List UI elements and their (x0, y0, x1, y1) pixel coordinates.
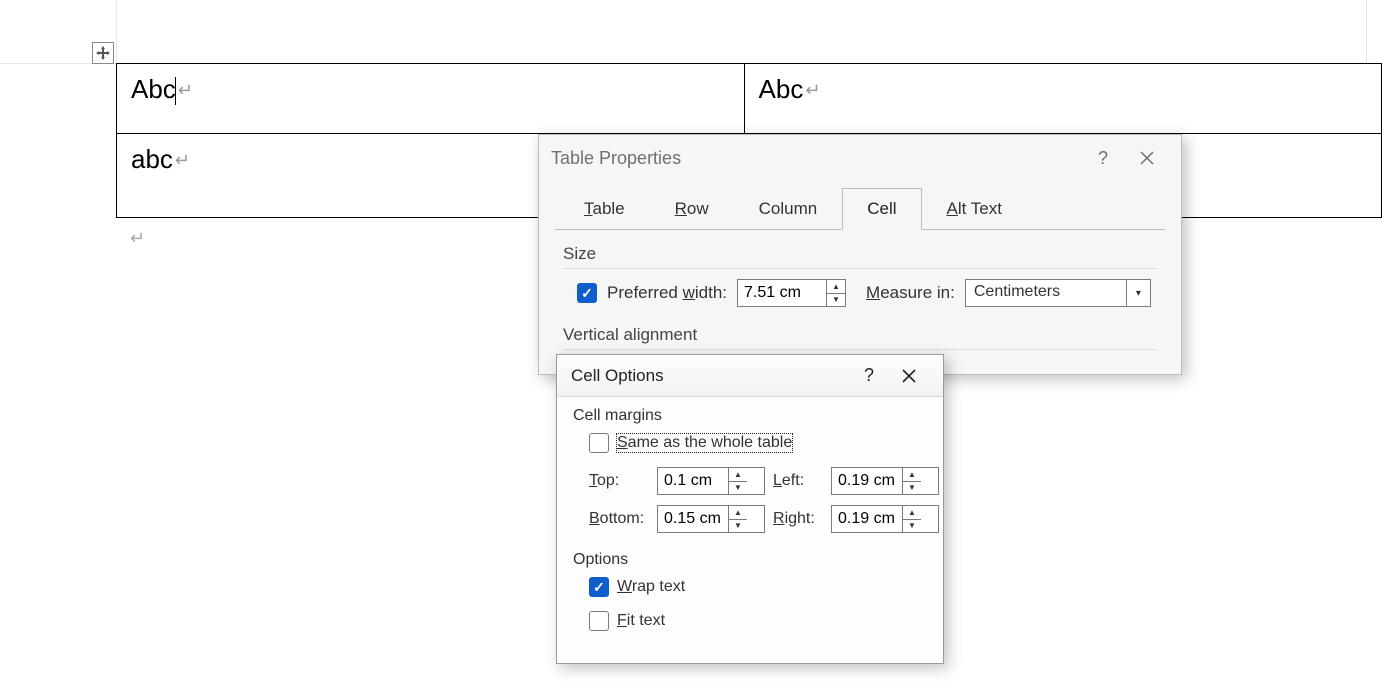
tab-cell[interactable]: Cell (842, 188, 921, 230)
margin-right-label: Right: (773, 510, 823, 528)
section-size: Size (563, 244, 1157, 269)
table-row: Abc↵ Abc↵ (117, 64, 1382, 134)
dialog-titlebar[interactable]: Cell Options ? (557, 355, 943, 397)
help-button[interactable]: ? (1081, 138, 1125, 178)
section-options: Options (573, 551, 927, 569)
section-vertical-alignment: Vertical alignment (563, 325, 1157, 350)
close-icon (902, 369, 916, 383)
help-button[interactable]: ? (849, 358, 889, 394)
margin-top-input[interactable]: ▲▼ (657, 467, 765, 495)
same-as-table-label: Same as the whole table (617, 434, 792, 452)
cell-text: Abc (759, 74, 804, 104)
table-cell[interactable]: Abc↵ (117, 64, 745, 134)
close-button[interactable] (889, 358, 929, 394)
spin-down[interactable]: ▼ (729, 481, 747, 495)
tab-column[interactable]: Column (734, 188, 843, 230)
paragraph-mark-icon: ↵ (130, 228, 145, 249)
paragraph-mark-icon: ↵ (805, 80, 820, 100)
section-cell-margins: Cell margins (573, 407, 927, 425)
margin-top-label: Top: (589, 472, 649, 490)
spin-up[interactable]: ▲ (903, 506, 921, 519)
preferred-width-checkbox[interactable] (577, 283, 597, 303)
measure-in-label: Measure in: (866, 283, 955, 303)
cell-text: abc (131, 144, 173, 174)
tab-alt-text[interactable]: Alt Text (922, 188, 1027, 230)
paragraph-mark-icon: ↵ (175, 150, 190, 170)
dialog-title: Cell Options (571, 366, 849, 386)
spin-down[interactable]: ▼ (903, 481, 921, 495)
tabs-bar: Table Row Column Cell Alt Text (539, 187, 1181, 229)
margin-bottom-label: Bottom: (589, 510, 649, 528)
cell-text: Abc (131, 74, 176, 104)
table-cell[interactable]: Abc↵ (744, 64, 1381, 134)
preferred-width-input[interactable]: ▲ ▼ (737, 279, 846, 307)
preferred-width-label: Preferred width: (607, 283, 727, 303)
tab-table[interactable]: Table (559, 188, 650, 230)
margin-top-value[interactable] (658, 468, 728, 494)
margin-bottom-value[interactable] (658, 506, 728, 532)
wrap-text-checkbox[interactable] (589, 577, 609, 597)
ruler-left-margin (116, 0, 117, 63)
margin-right-input[interactable]: ▲▼ (831, 505, 939, 533)
measure-in-select[interactable]: Centimeters ▾ (965, 279, 1151, 307)
ruler-right-margin (1366, 0, 1367, 63)
fit-text-checkbox[interactable] (589, 611, 609, 631)
dialog-cell-options: Cell Options ? Cell margins Same as the … (556, 354, 944, 664)
margin-right-value[interactable] (832, 506, 902, 532)
preferred-width-value[interactable] (738, 280, 826, 306)
move-icon (96, 46, 110, 60)
table-move-handle[interactable] (92, 42, 114, 64)
fit-text-label: Fit text (617, 612, 665, 630)
measure-in-value: Centimeters (966, 280, 1126, 306)
dialog-table-properties: Table Properties ? Table Row Column Cell… (538, 134, 1182, 375)
close-button[interactable] (1125, 138, 1169, 178)
margin-bottom-input[interactable]: ▲▼ (657, 505, 765, 533)
paragraph-mark-icon: ↵ (178, 80, 193, 100)
text-cursor (175, 77, 176, 105)
tab-row[interactable]: Row (650, 188, 734, 230)
chevron-down-icon[interactable]: ▾ (1126, 280, 1150, 306)
dialog-title: Table Properties (551, 148, 1081, 169)
spin-up[interactable]: ▲ (729, 506, 747, 519)
spin-down[interactable]: ▼ (903, 519, 921, 533)
tab-content-cell: Size Preferred width: ▲ ▼ Measure in: Ce… (555, 229, 1165, 374)
spin-up[interactable]: ▲ (903, 468, 921, 481)
spin-down[interactable]: ▼ (827, 293, 845, 307)
margin-left-value[interactable] (832, 468, 902, 494)
margin-left-label: Left: (773, 472, 823, 490)
spin-up[interactable]: ▲ (729, 468, 747, 481)
margin-left-input[interactable]: ▲▼ (831, 467, 939, 495)
same-as-table-checkbox[interactable] (589, 433, 609, 453)
spin-down[interactable]: ▼ (729, 519, 747, 533)
wrap-text-label: Wrap text (617, 578, 685, 596)
close-icon (1140, 151, 1154, 165)
spin-up[interactable]: ▲ (827, 280, 845, 293)
dialog-titlebar[interactable]: Table Properties ? (539, 135, 1181, 181)
